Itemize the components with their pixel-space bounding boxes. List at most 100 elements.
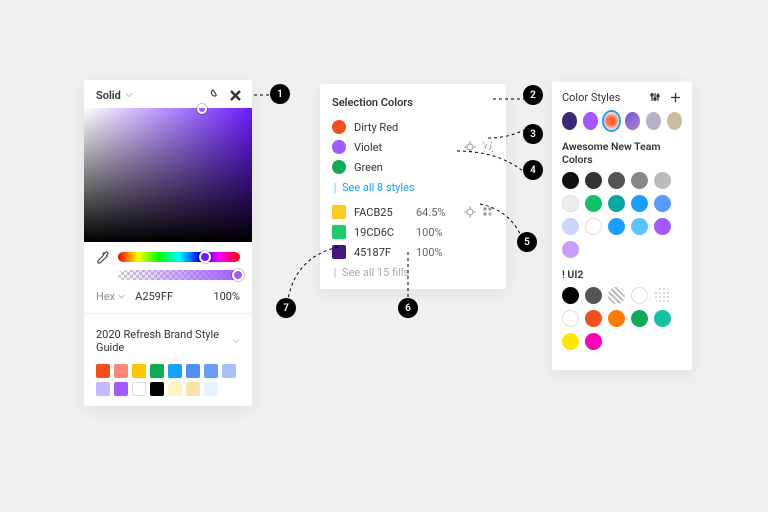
callout-6: 6 (398, 298, 418, 318)
style-thumb[interactable] (625, 112, 640, 130)
style-thumb[interactable] (562, 112, 577, 130)
swatch[interactable] (608, 172, 625, 189)
chevron-down-icon (125, 91, 133, 99)
hex-input[interactable]: A259FF (135, 290, 203, 303)
style-thumb[interactable] (667, 112, 682, 130)
callout-1: 1 (270, 84, 290, 104)
selection-colors-panel: Selection Colors Dirty RedVioletGreen Se… (320, 84, 506, 289)
swatch[interactable] (608, 218, 625, 235)
close-icon[interactable] (228, 88, 242, 102)
color-mode-dropdown[interactable]: Hex (96, 290, 125, 303)
swatch[interactable] (562, 195, 579, 212)
color-chip (332, 225, 346, 239)
panel-title: Selection Colors (332, 96, 494, 109)
color-dot (332, 140, 346, 154)
color-name: Violet (354, 141, 456, 154)
chevron-down-icon (118, 293, 125, 300)
swatch[interactable] (585, 218, 602, 235)
hex-value: 45187F (354, 246, 408, 259)
swatch[interactable] (654, 195, 671, 212)
chevron-down-icon (233, 337, 240, 345)
swatch-grid (562, 287, 682, 350)
swatch[interactable] (96, 382, 110, 396)
swatch[interactable] (168, 382, 182, 396)
callout-4: 4 (523, 160, 543, 180)
swatch[interactable] (631, 310, 648, 327)
swatch[interactable] (562, 241, 579, 258)
swatch[interactable] (608, 195, 625, 212)
swatch[interactable] (562, 172, 579, 189)
group-title: Awesome New Team Colors (562, 140, 682, 166)
blend-mode-icon[interactable] (206, 88, 220, 102)
alpha-slider[interactable] (118, 270, 240, 280)
swatch[interactable] (204, 382, 218, 396)
swatch[interactable] (150, 364, 164, 378)
opacity-value: 100% (416, 246, 494, 259)
see-all-styles-link[interactable]: See all 8 styles (332, 177, 494, 202)
hue-slider-knob[interactable] (199, 251, 211, 263)
swatch[interactable] (186, 382, 200, 396)
swatch[interactable] (132, 364, 146, 378)
callout-3: 3 (523, 124, 543, 144)
swatch[interactable] (631, 172, 648, 189)
swatch[interactable] (114, 382, 128, 396)
swatch[interactable] (168, 364, 182, 378)
swatch[interactable] (132, 382, 146, 396)
group-title: ! UI2 (562, 268, 682, 281)
swatch[interactable] (654, 287, 671, 304)
target-icon[interactable] (464, 206, 476, 218)
swatch-grid (84, 360, 252, 396)
swatch[interactable] (562, 310, 579, 327)
swatch[interactable] (585, 333, 602, 350)
opacity-value: 64.5% (416, 206, 456, 219)
color-field[interactable] (84, 108, 252, 242)
settings-icon[interactable] (648, 90, 662, 104)
callout-7: 7 (276, 298, 296, 318)
fill-row[interactable]: 45187F 100% (332, 242, 494, 262)
swatch[interactable] (562, 333, 579, 350)
fill-row[interactable]: FACB25 64.5% (332, 202, 494, 222)
color-chip (332, 205, 346, 219)
color-field-handle[interactable] (197, 104, 207, 114)
callout-5: 5 (517, 232, 537, 252)
alpha-slider-knob[interactable] (232, 269, 244, 281)
selection-color-row[interactable]: Dirty Red (332, 117, 494, 137)
swatch[interactable] (585, 287, 602, 304)
style-thumb[interactable] (604, 112, 619, 130)
swatch[interactable] (114, 364, 128, 378)
swatch[interactable] (654, 172, 671, 189)
swatch[interactable] (204, 364, 218, 378)
fill-mode-label[interactable]: Solid (96, 89, 121, 102)
add-style-icon[interactable] (668, 90, 682, 104)
color-styles-panel: Color Styles Awesome New Team Colors ! U… (552, 82, 692, 370)
eyedropper-icon[interactable] (96, 250, 110, 264)
style-library-dropdown[interactable]: 2020 Refresh Brand Style Guide (96, 328, 229, 354)
swatch[interactable] (96, 364, 110, 378)
opacity-input[interactable]: 100% (213, 290, 240, 303)
swatch[interactable] (222, 364, 236, 378)
style-thumb[interactable] (583, 112, 598, 130)
color-name: Dirty Red (354, 121, 494, 134)
swatch[interactable] (562, 287, 579, 304)
hue-slider[interactable] (118, 252, 240, 262)
hex-value: 19CD6C (354, 226, 408, 239)
style-thumb[interactable] (646, 112, 661, 130)
hex-value: FACB25 (354, 206, 408, 219)
swatch[interactable] (585, 195, 602, 212)
callout-2: 2 (523, 85, 543, 105)
swatch[interactable] (654, 218, 671, 235)
swatch[interactable] (631, 195, 648, 212)
swatch[interactable] (585, 172, 602, 189)
swatch[interactable] (631, 218, 648, 235)
swatch-grid (562, 172, 682, 258)
swatch[interactable] (585, 310, 602, 327)
fill-row[interactable]: 19CD6C100% (332, 222, 494, 242)
swatch[interactable] (608, 310, 625, 327)
swatch[interactable] (608, 287, 625, 304)
see-all-fills-link[interactable]: See all 15 fills (332, 262, 494, 279)
swatch[interactable] (150, 382, 164, 396)
swatch[interactable] (631, 287, 648, 304)
swatch[interactable] (654, 310, 671, 327)
swatch[interactable] (562, 218, 579, 235)
swatch[interactable] (186, 364, 200, 378)
